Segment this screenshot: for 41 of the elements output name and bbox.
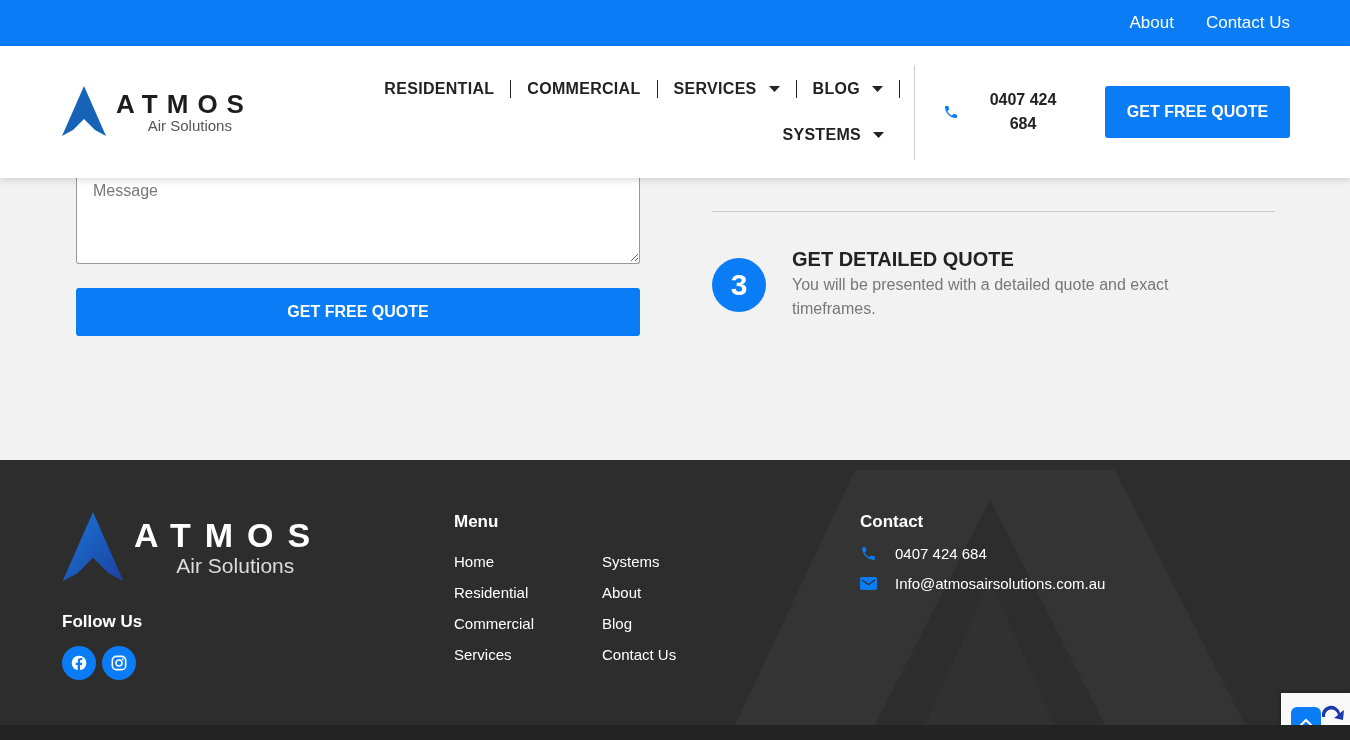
footer-menu-link[interactable]: Services <box>454 645 512 664</box>
message-field[interactable]: Message <box>76 178 640 264</box>
footer-menu-link[interactable]: Systems <box>602 552 660 571</box>
logo-mark-icon <box>62 512 124 584</box>
nav-menu-item[interactable]: SYSTEMS <box>766 126 900 144</box>
step-title: GET DETAILED QUOTE <box>792 248 1015 271</box>
email-link[interactable]: Info@atmosairsolutions.com.au <box>895 575 1106 592</box>
top-nav-link[interactable]: Contact Us <box>1205 13 1290 33</box>
submit-button[interactable]: GET FREE QUOTE <box>76 288 640 336</box>
step-number-badge: 3 <box>712 258 766 312</box>
footer-menu-link[interactable]: Residential <box>454 583 529 602</box>
logo-wordmark: ATMOS <box>134 518 325 554</box>
footer-menu-link[interactable]: Commercial <box>454 614 534 633</box>
footer-menu-link[interactable]: About <box>602 583 642 602</box>
top-nav-link[interactable]: About <box>1129 13 1174 33</box>
nav-menu-item[interactable]: COMMERCIAL <box>511 80 658 98</box>
footer-menu-link[interactable]: Contact Us <box>602 645 677 664</box>
instagram-button[interactable] <box>102 646 136 680</box>
nav-menu-item[interactable]: BLOG <box>796 80 900 98</box>
nav-menu-item[interactable]: RESIDENTIAL <box>368 80 512 98</box>
phone-icon <box>943 104 959 120</box>
facebook-button[interactable] <box>62 646 96 680</box>
nav-menu-item[interactable]: SERVICES <box>657 80 797 98</box>
menu-heading: Menu <box>454 512 500 532</box>
chevron-up-icon <box>1299 717 1313 725</box>
facebook-icon <box>71 655 87 671</box>
footer-menu-link[interactable]: Home <box>454 552 494 571</box>
phone-number[interactable]: 0407 424 684 <box>981 88 1065 136</box>
follow-heading: Follow Us <box>62 612 144 632</box>
instagram-icon <box>111 655 127 671</box>
envelope-icon <box>860 577 877 590</box>
step-description: You will be presented with a detailed quote and exact timeframes. <box>792 275 1170 319</box>
footer-logo[interactable]: ATMOS Air Solutions <box>62 512 454 584</box>
phone-link[interactable]: 0407 424 684 <box>895 545 987 562</box>
get-quote-button[interactable]: GET FREE QUOTE <box>1105 86 1290 138</box>
footer-menu-link[interactable]: Blog <box>602 614 633 633</box>
logo-mark-icon <box>62 86 106 138</box>
logo-tagline: Air Solutions <box>176 553 295 578</box>
contact-heading: Contact <box>860 512 925 532</box>
logo-tagline: Air Solutions <box>147 116 232 134</box>
phone-icon <box>860 545 877 562</box>
